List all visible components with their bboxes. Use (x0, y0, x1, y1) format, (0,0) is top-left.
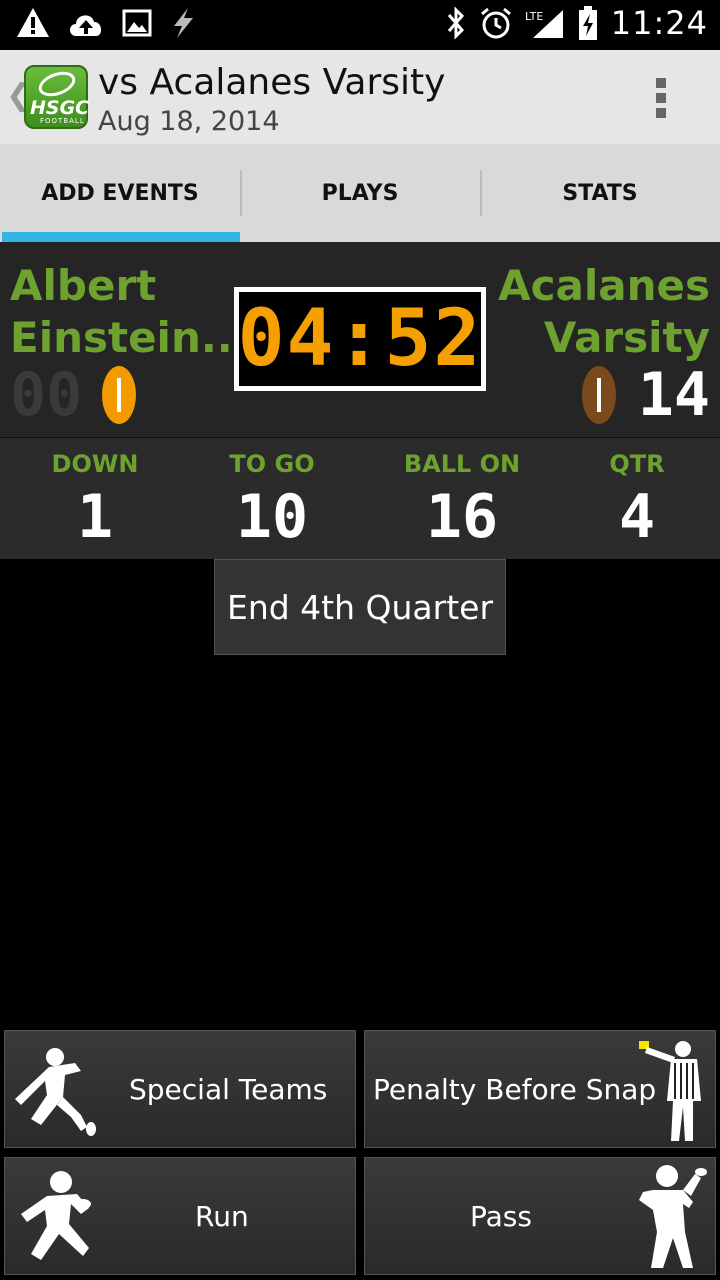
referee-flag-icon (639, 1041, 701, 1141)
home-team-name: Albert Einstein... (10, 261, 249, 362)
battery-icon (578, 6, 597, 40)
quarter-label: QTR (609, 450, 665, 478)
scoreboard: Albert Einstein... Acalanes Varsity 04:5… (0, 242, 720, 437)
to-go-value: 10 (235, 482, 309, 552)
run-button[interactable]: Run (4, 1157, 356, 1275)
clock-time: 11:24 (610, 4, 708, 42)
quarterback-icon (639, 1165, 707, 1268)
home-possession-football-icon[interactable] (102, 366, 136, 424)
quarter-value: 4 (618, 482, 656, 552)
ball-on-value: 16 (425, 482, 499, 552)
run-label: Run (195, 1199, 249, 1233)
kicker-icon (15, 1048, 96, 1136)
image-icon (122, 9, 152, 37)
upload-cloud-icon (70, 15, 102, 37)
penalty-before-snap-button[interactable]: Penalty Before Snap (364, 1030, 716, 1148)
tab-stats[interactable]: STATS (480, 144, 720, 242)
flash-icon (174, 8, 193, 38)
tab-plays[interactable]: PLAYS (240, 144, 480, 242)
down-value: 1 (76, 482, 114, 552)
warning-icon (17, 8, 49, 37)
lte-signal-icon: LTE (525, 10, 563, 38)
special-teams-button[interactable]: Special Teams (4, 1030, 356, 1148)
end-quarter-button[interactable]: End 4th Quarter (214, 559, 506, 655)
bluetooth-icon (447, 6, 464, 40)
home-score[interactable]: 00 (10, 360, 82, 430)
penalty-label: Penalty Before Snap (373, 1072, 657, 1106)
special-teams-label: Special Teams (129, 1072, 328, 1106)
down-stat[interactable]: DOWN 1 (20, 450, 170, 552)
overflow-menu-icon[interactable] (656, 78, 668, 123)
game-clock[interactable]: 04:52 (234, 287, 486, 391)
pass-label: Pass (470, 1199, 532, 1233)
tab-label: STATS (562, 180, 638, 206)
alarm-icon (480, 7, 511, 39)
game-clock-value: 04:52 (237, 294, 483, 384)
action-bar: ❮ HSGC FOOTBALL vs Acalanes Varsity Aug … (0, 50, 720, 144)
quarter-stat[interactable]: QTR 4 (562, 450, 712, 552)
pass-button[interactable]: Pass (364, 1157, 716, 1275)
ball-on-stat[interactable]: BALL ON 16 (387, 450, 537, 552)
football-logo-icon (35, 67, 79, 101)
tab-add-events[interactable]: ADD EVENTS (0, 144, 240, 242)
runner-icon (21, 1171, 91, 1260)
to-go-stat[interactable]: TO GO 10 (197, 450, 347, 552)
tab-label: ADD EVENTS (41, 180, 199, 206)
status-bar: LTE 11:24 (0, 0, 720, 50)
away-score[interactable]: 14 (638, 360, 710, 430)
app-logo[interactable]: HSGC FOOTBALL (24, 65, 90, 129)
page-title: vs Acalanes Varsity (98, 62, 446, 103)
svg-text:LTE: LTE (525, 10, 543, 23)
away-possession-football-icon[interactable] (582, 366, 616, 424)
logo-subtext: FOOTBALL (40, 117, 85, 125)
logo-text: HSGC (30, 97, 90, 119)
to-go-label: TO GO (229, 450, 315, 478)
down-label: DOWN (51, 450, 139, 478)
away-team-name: Acalanes Varsity (498, 261, 710, 362)
ball-on-label: BALL ON (403, 450, 521, 478)
tab-label: PLAYS (321, 180, 399, 206)
page-subtitle: Aug 18, 2014 (98, 106, 280, 137)
tab-bar: ADD EVENTS PLAYS STATS (0, 144, 720, 242)
game-state-row: DOWN 1 TO GO 10 BALL ON 16 QTR 4 (0, 437, 720, 559)
